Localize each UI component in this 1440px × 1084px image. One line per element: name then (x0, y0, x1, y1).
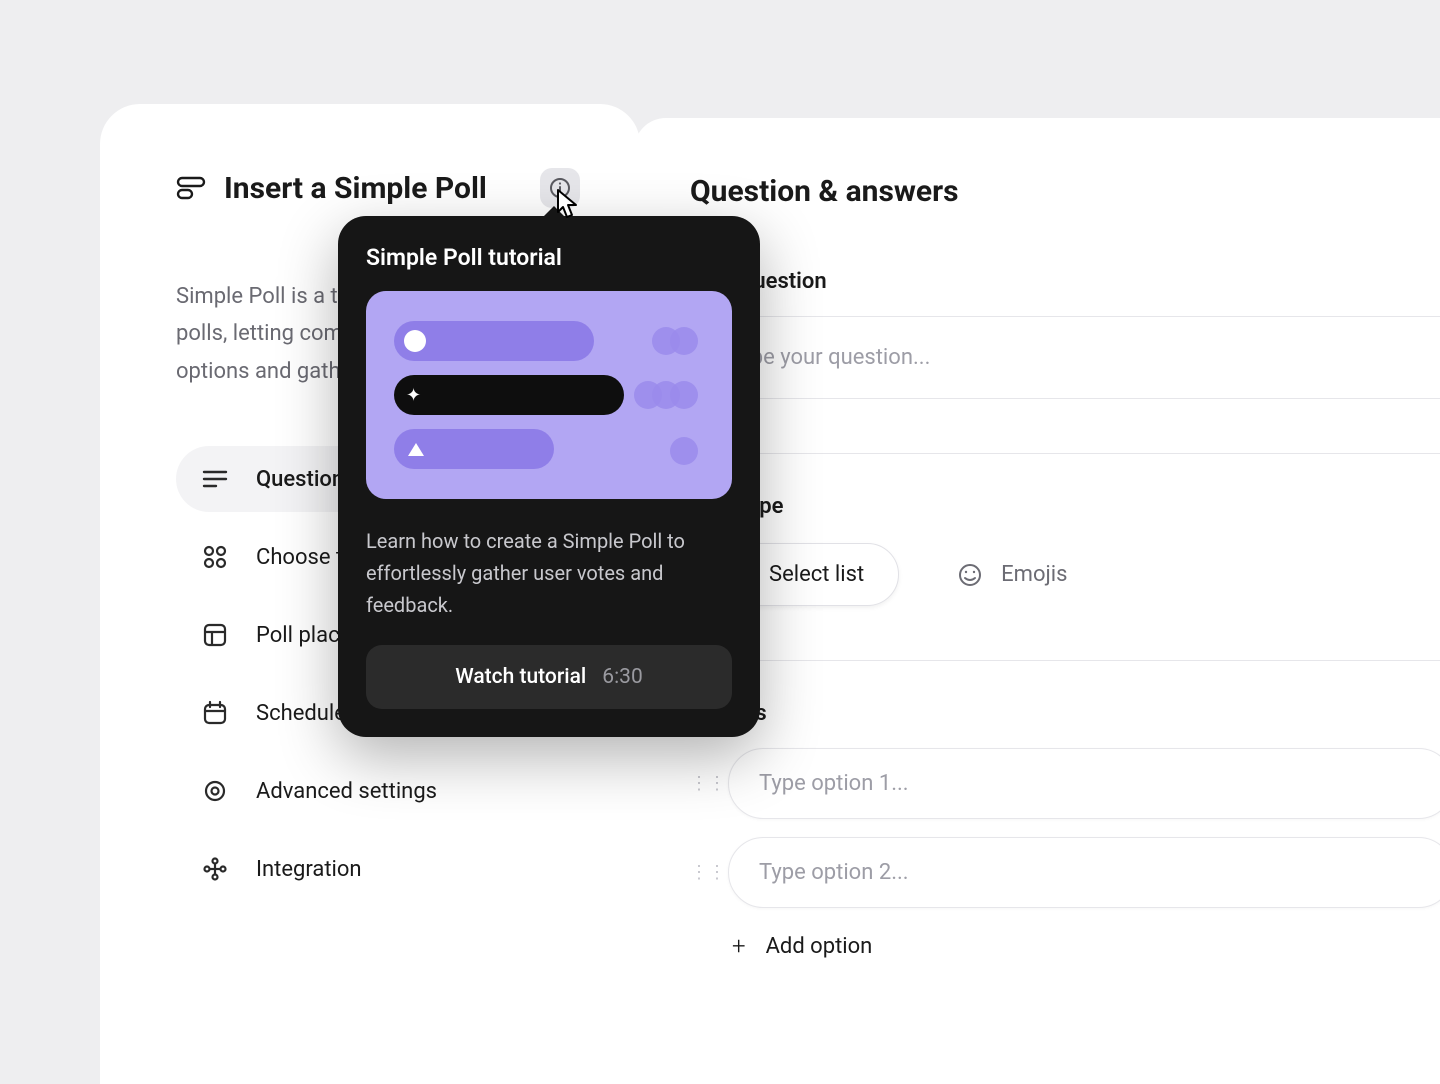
nav-label: Schedule (256, 701, 346, 726)
options-list: ⋮⋮ ⋮⋮ + Add option (690, 748, 1440, 960)
left-panel-title: Insert a Simple Poll (224, 171, 487, 206)
options-label: Options (690, 701, 1440, 726)
vote-type-label: Select list (769, 562, 864, 587)
thumb-dots (652, 327, 698, 355)
add-option-button[interactable]: + Add option (732, 932, 1440, 960)
vote-type-emojis[interactable]: Emojis (923, 544, 1101, 606)
lines-icon (200, 464, 230, 494)
divider (690, 660, 1440, 661)
left-panel-header: Insert a Simple Poll (176, 168, 580, 208)
right-panel-title: Question & answers (690, 174, 1440, 209)
question-label: Your question (690, 269, 1440, 294)
option-input-1[interactable] (728, 748, 1440, 819)
info-icon (549, 177, 571, 199)
layout-icon (200, 620, 230, 650)
tutorial-thumbnail: ✦ (366, 291, 732, 499)
option-row: ⋮⋮ (690, 837, 1440, 908)
popover-description: Learn how to create a Simple Poll to eff… (366, 525, 732, 621)
nav-item-integration[interactable]: Integration (176, 836, 580, 902)
emoji-icon (957, 562, 983, 588)
divider (690, 453, 1440, 454)
thumb-bar (394, 429, 554, 469)
watch-duration: 6:30 (602, 665, 643, 689)
nav-label: Integration (256, 857, 362, 882)
vote-type-label: Emojis (1001, 562, 1067, 587)
popover-title: Simple Poll tutorial (366, 244, 732, 271)
option-input-2[interactable] (728, 837, 1440, 908)
watch-tutorial-button[interactable]: Watch tutorial 6:30 (366, 645, 732, 709)
plus-icon: + (732, 932, 746, 960)
grid-dots-icon (200, 542, 230, 572)
thumb-bar: ✦ (394, 375, 624, 415)
info-button[interactable] (540, 168, 580, 208)
option-row: ⋮⋮ (690, 748, 1440, 819)
integration-icon (200, 854, 230, 884)
thumb-dots (670, 437, 698, 465)
nav-item-advanced-settings[interactable]: Advanced settings (176, 758, 580, 824)
drag-handle-icon[interactable]: ⋮⋮ (690, 773, 710, 794)
add-option-label: Add option (766, 934, 873, 959)
thumb-bar (394, 321, 594, 361)
question-input[interactable] (690, 316, 1440, 399)
target-icon (200, 776, 230, 806)
thumb-dots (634, 381, 698, 409)
nav-label: Advanced settings (256, 779, 437, 804)
drag-handle-icon[interactable]: ⋮⋮ (690, 862, 710, 883)
tutorial-popover: Simple Poll tutorial ✦ Learn how to crea… (338, 216, 760, 737)
vote-type-row: Select list Emojis (690, 543, 1440, 606)
watch-label: Watch tutorial (455, 665, 586, 689)
calendar-icon (200, 698, 230, 728)
vote-type-label: Vote type (690, 494, 1440, 519)
poll-icon (176, 173, 206, 203)
